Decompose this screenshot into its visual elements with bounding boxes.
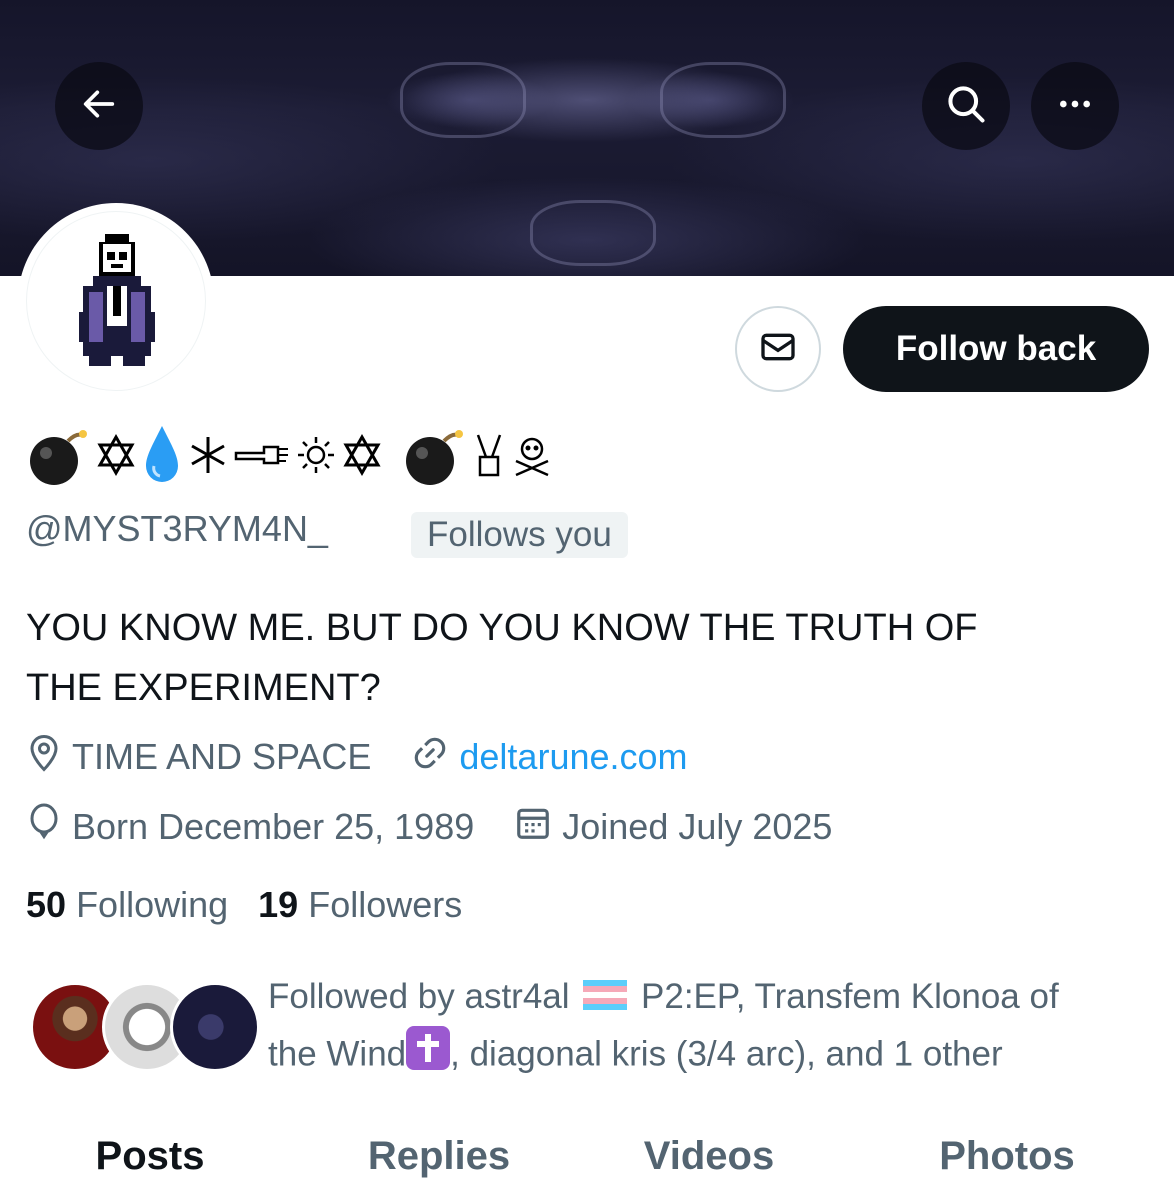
pointing-hand-icon: [234, 435, 290, 486]
avatar-image: [26, 211, 206, 391]
star-of-david-icon: [342, 433, 382, 488]
profile-meta-row: Born December 25, 1989 Joined July 2025: [26, 802, 872, 852]
bomb-icon: [402, 423, 466, 498]
follow-stats: 50 Following 19 Followers: [26, 884, 492, 926]
droplet-icon: [142, 424, 182, 497]
star-of-david-icon: [96, 433, 136, 488]
bio-line: THE EXPERIMENT?: [26, 667, 381, 709]
user-handle: @MYST3RYM4N_: [26, 508, 328, 549]
location-pin-icon: [26, 733, 72, 782]
search-icon: [944, 82, 988, 131]
bio-line: YOU KNOW ME. BUT DO YOU KNOW THE TRUTH O…: [26, 607, 978, 649]
avatar: [170, 982, 260, 1072]
more-horizontal-icon: [1055, 84, 1095, 129]
followed-by-text[interactable]: Followed by astr4al P2:EP, Transfem Klon…: [268, 970, 1158, 1086]
profile-meta-row: TIME AND SPACE deltarune.com: [26, 732, 728, 782]
tab-posts[interactable]: Posts: [0, 1118, 300, 1194]
followed-by-part: P2:EP, Transfem Klonoa of: [641, 977, 1059, 1016]
mail-icon: [758, 327, 798, 372]
tab-replies[interactable]: Replies: [300, 1118, 578, 1194]
birthday-text: Born December 25, 1989: [72, 806, 475, 847]
message-button[interactable]: [735, 306, 821, 392]
banner-pattern: [660, 62, 786, 138]
website-link[interactable]: deltarune.com: [459, 736, 687, 778]
skull-crossbones-icon: [512, 433, 552, 488]
follow-back-button[interactable]: Follow back: [843, 306, 1149, 392]
tab-photos[interactable]: Photos: [840, 1118, 1174, 1194]
banner-pattern: [400, 62, 526, 138]
snowflake-icon: [188, 433, 228, 488]
location-text: TIME AND SPACE: [72, 736, 372, 777]
link-icon: [411, 734, 459, 781]
birthday: Born December 25, 1989: [26, 802, 474, 853]
website[interactable]: deltarune.com: [411, 734, 688, 781]
followed-by-part: the Wind: [268, 1034, 407, 1073]
calendar-icon: [514, 804, 562, 851]
victory-hand-icon: [472, 431, 506, 490]
profile-bio: YOU KNOW ME. BUT DO YOU KNOW THE TRUTH O…: [26, 598, 1146, 718]
followed-by-prefix: Followed by astr4al: [268, 977, 570, 1016]
following-stat[interactable]: 50 Following: [26, 884, 228, 926]
more-button[interactable]: [1031, 62, 1119, 150]
profile-tabs: Posts Replies Videos Photos: [0, 1118, 1174, 1200]
search-button[interactable]: [922, 62, 1010, 150]
followed-by-part: , diagonal kris (3/4 arc), and 1 other: [450, 1034, 1003, 1073]
location: TIME AND SPACE: [26, 733, 371, 782]
following-count: 50: [26, 884, 67, 925]
display-name: [26, 425, 552, 492]
tab-videos[interactable]: Videos: [578, 1118, 840, 1194]
following-label: Following: [76, 884, 229, 925]
back-button[interactable]: [55, 62, 143, 150]
followed-by-avatars[interactable]: [30, 982, 260, 1074]
joined-date: Joined July 2025: [514, 804, 832, 851]
followers-label: Followers: [308, 884, 463, 925]
follows-you-badge: Follows you: [411, 512, 628, 558]
arrow-left-icon: [79, 84, 119, 129]
joined-text: Joined July 2025: [562, 806, 833, 847]
followers-count: 19: [258, 884, 299, 925]
transgender-flag-icon: [583, 972, 628, 1026]
bomb-icon: [26, 423, 90, 498]
latin-cross-icon: [406, 1025, 451, 1086]
profile-avatar[interactable]: [18, 203, 214, 399]
banner-pattern: [530, 200, 656, 266]
balloon-icon: [26, 802, 72, 853]
sun-icon: [296, 435, 336, 486]
followers-stat[interactable]: 19 Followers: [258, 884, 462, 926]
